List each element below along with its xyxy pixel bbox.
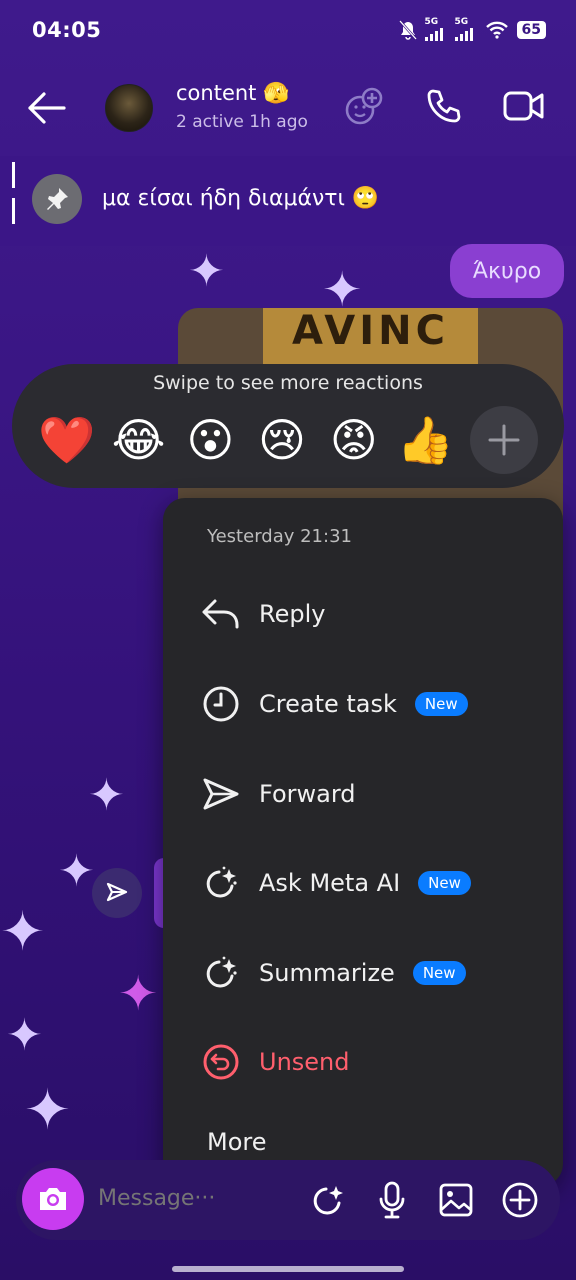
pin-icon-wrapper: [32, 174, 82, 224]
sparkle-decoration: ✦: [24, 1078, 71, 1143]
sparkle-decoration: ✦: [0, 900, 46, 963]
menu-item-summarize[interactable]: Summarize New: [163, 943, 563, 1003]
reaction-laugh[interactable]: 😂: [110, 411, 168, 469]
video-camera-icon: [503, 91, 544, 121]
reply-icon: [201, 594, 241, 634]
undo-circle-icon: [201, 1042, 241, 1082]
reactions-hint: Swipe to see more reactions: [153, 372, 423, 394]
status-icons: 5G 5G 65: [398, 18, 546, 41]
menu-item-label: Ask Meta AI: [259, 869, 401, 897]
meta-ai-icon: [201, 863, 241, 903]
microphone-icon: [379, 1181, 405, 1219]
phone-icon: [427, 89, 461, 123]
menu-item-label: Create task: [259, 690, 397, 718]
menu-item-create-task[interactable]: Create task New: [163, 674, 563, 734]
new-badge: New: [418, 871, 471, 895]
avatar[interactable]: [105, 84, 153, 132]
chat-name[interactable]: content 🫣: [176, 81, 289, 106]
plus-circle-icon: [502, 1182, 538, 1218]
camera-icon: [40, 1188, 66, 1210]
send-icon: [201, 774, 241, 814]
mute-bell-icon: [398, 19, 417, 40]
active-status: 2 active 1h ago: [176, 112, 308, 132]
menu-item-reply[interactable]: Reply: [163, 584, 563, 644]
sparkle-decoration: ✦: [88, 770, 125, 821]
signal-5g-icon: 5G: [424, 18, 447, 41]
signal-5g-icon: 5G: [454, 18, 477, 41]
meta-ai-icon: [201, 953, 241, 993]
message-bubble[interactable]: Άκυρο: [450, 244, 564, 298]
sparkle-decoration: ✦: [58, 846, 95, 897]
menu-item-forward[interactable]: Forward: [163, 764, 563, 824]
reaction-angry[interactable]: 😡: [325, 411, 383, 469]
gallery-button[interactable]: [434, 1178, 478, 1222]
more-reactions-button[interactable]: [470, 406, 538, 474]
sparkle-decoration: ✦: [118, 966, 159, 1022]
meta-ai-icon: [313, 1186, 343, 1215]
voice-message-button[interactable]: [370, 1178, 414, 1222]
image-icon: [439, 1183, 473, 1217]
new-badge: New: [412, 961, 466, 985]
menu-item-label: Unsend: [259, 1048, 350, 1076]
forward-shortcut-button[interactable]: [92, 868, 142, 918]
pin-icon: [47, 188, 68, 210]
reaction-heart[interactable]: ❤️: [38, 411, 96, 469]
more-options-button[interactable]: [498, 1178, 542, 1222]
reaction-thumbs-up[interactable]: 👍: [397, 411, 455, 469]
pinned-indicator: [12, 162, 15, 224]
home-indicator[interactable]: [172, 1266, 404, 1272]
reaction-list: ❤️ 😂 😮 😢 😡 👍: [38, 406, 538, 474]
menu-item-ask-meta-ai[interactable]: Ask Meta AI New: [163, 853, 563, 913]
camera-button[interactable]: [22, 1168, 84, 1230]
menu-item-label: Reply: [259, 600, 326, 628]
send-icon: [106, 882, 128, 902]
status-time: 04:05: [32, 18, 102, 42]
reaction-sad[interactable]: 😢: [253, 411, 311, 469]
wifi-icon: [485, 21, 508, 39]
sparkle-decoration: ✦: [6, 1010, 43, 1061]
back-button[interactable]: [26, 90, 66, 126]
battery-indicator: 65: [516, 20, 546, 39]
pinned-message-text[interactable]: μα είσαι ήδη διαμάντι 🙄: [102, 186, 379, 211]
add-people-icon: [345, 87, 383, 125]
back-arrow-icon: [28, 92, 66, 124]
menu-item-unsend[interactable]: Unsend: [163, 1032, 563, 1092]
plus-icon: [488, 424, 520, 456]
menu-item-label: Summarize: [259, 959, 395, 987]
menu-item-more[interactable]: More: [207, 1128, 267, 1156]
meta-ai-button[interactable]: [306, 1178, 350, 1222]
add-people-button[interactable]: [342, 84, 386, 128]
clock-icon: [201, 684, 241, 724]
sparkle-decoration: ✦: [188, 246, 225, 297]
message-input[interactable]: [96, 1185, 280, 1212]
video-call-button[interactable]: [502, 84, 546, 128]
reaction-wow[interactable]: 😮: [181, 411, 239, 469]
menu-item-label: Forward: [259, 780, 356, 808]
new-badge: New: [414, 692, 468, 716]
voice-call-button[interactable]: [422, 84, 466, 128]
message-timestamp: Yesterday 21:31: [207, 526, 352, 547]
